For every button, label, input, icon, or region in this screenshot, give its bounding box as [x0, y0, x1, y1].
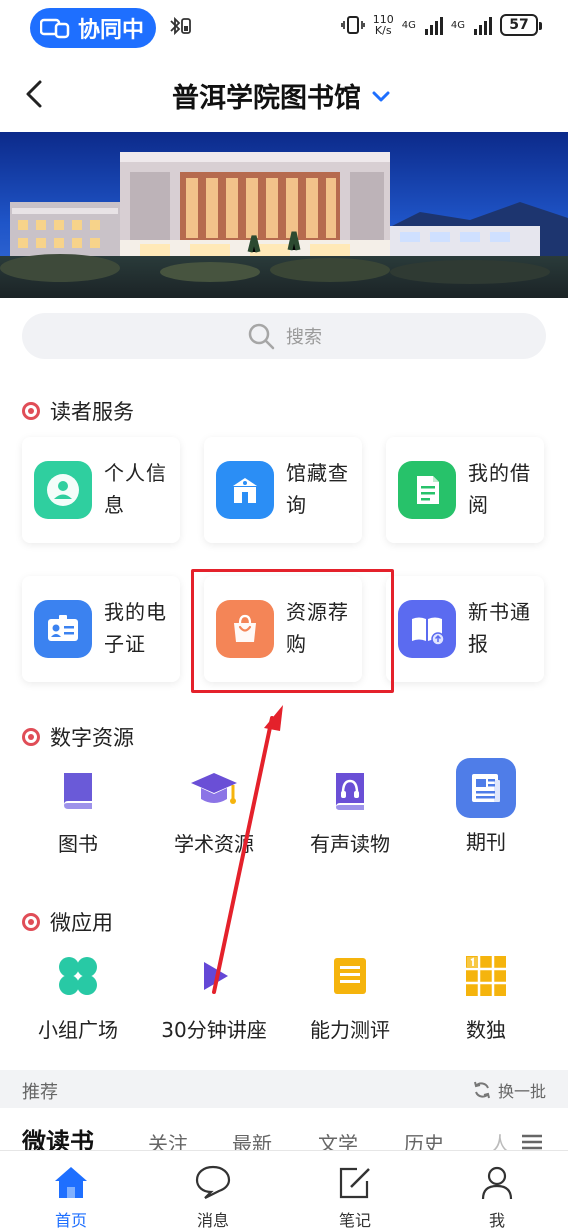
signal-strength-icon-1: [424, 15, 443, 35]
section-digital-resources: 数字资源: [22, 722, 134, 752]
grid-item-journals[interactable]: 期刊: [416, 758, 556, 855]
network-type-1: 4G: [401, 19, 416, 31]
page-title: 普洱学院图书馆: [172, 83, 361, 114]
chat-bubble-icon: [193, 1163, 233, 1201]
nav-label: 消息: [196, 1211, 229, 1230]
grid-label: 学术资源: [174, 832, 254, 856]
section-dot-icon: [22, 913, 40, 931]
recommend-header: 推荐 换一批: [0, 1070, 568, 1108]
highlight-annotation-box: [191, 569, 394, 693]
card-label: 个人信息: [104, 461, 167, 517]
card-label: 我的电子证: [104, 600, 167, 656]
tab-weidushu[interactable]: 微读书: [22, 1122, 94, 1152]
grid-label: 小组广场: [38, 1018, 118, 1042]
library-building-icon: [216, 461, 274, 519]
test-sheet-icon: [322, 948, 378, 1004]
search-placeholder: 搜索: [286, 327, 322, 348]
nav-home[interactable]: 首页: [0, 1151, 142, 1231]
card-my-borrowing[interactable]: 我的借阅: [386, 437, 544, 543]
nav-me[interactable]: 我: [426, 1151, 568, 1231]
grid-label: 能力测评: [310, 1018, 390, 1042]
note-edit-icon: [335, 1163, 375, 1201]
tab-latest[interactable]: 最新: [232, 1128, 272, 1152]
recommend-title: 推荐: [22, 1082, 58, 1103]
user-icon: [477, 1163, 517, 1201]
refresh-icon: [474, 1081, 490, 1099]
person-icon: [34, 461, 92, 519]
tab-literature[interactable]: 文学: [318, 1128, 358, 1152]
nav-notes[interactable]: 笔记: [284, 1151, 426, 1231]
grid-label: 数独: [466, 1018, 506, 1042]
nav-label: 笔记: [338, 1211, 371, 1230]
audiobook-icon: [322, 762, 378, 818]
grid-item-academic[interactable]: 学术资源: [144, 762, 284, 857]
grid-label: 图书: [58, 832, 98, 856]
nav-label: 我: [488, 1211, 505, 1230]
recommend-tabs: 微读书 关注 最新 文学 历史 人: [0, 1108, 568, 1152]
grid-label: 期刊: [466, 830, 506, 854]
search-icon: [248, 323, 275, 350]
signal-strength-icon-2: [474, 15, 492, 35]
card-my-ecard[interactable]: 我的电子证: [22, 576, 180, 682]
play-triangle-icon: [186, 948, 242, 1004]
collab-status-pill[interactable]: 协同中: [30, 8, 156, 48]
status-bar: 协同中 110 K/s 4G 4G 57: [0, 0, 568, 56]
grid-item-ability-test[interactable]: 能力测评: [280, 948, 420, 1043]
card-label: 我的借阅: [468, 461, 531, 517]
collab-status-label: 协同中: [78, 18, 145, 43]
refresh-button[interactable]: 换一批: [472, 1078, 546, 1102]
card-collection-search[interactable]: 馆藏查询: [204, 437, 362, 543]
sudoku-icon: [458, 948, 514, 1004]
library-banner-image[interactable]: [0, 132, 568, 298]
tab-follow[interactable]: 关注: [148, 1128, 188, 1152]
card-new-book-notice[interactable]: 新书通报: [386, 576, 544, 682]
section-title-label: 数字资源: [50, 726, 134, 750]
section-title-label: 微应用: [50, 911, 113, 935]
back-arrow-icon[interactable]: [20, 76, 50, 112]
group-clover-icon: [50, 948, 106, 1004]
grid-item-lecture[interactable]: 30分钟讲座: [144, 948, 284, 1043]
journal-icon: [456, 758, 516, 818]
section-dot-icon: [22, 402, 40, 420]
network-speed: 110 K/s: [372, 13, 394, 37]
vibrate-icon: [340, 16, 365, 34]
tab-history[interactable]: 历史: [404, 1128, 444, 1152]
grid-label: 有声读物: [310, 832, 390, 856]
bottom-navigation: 首页 消息 笔记 我: [0, 1150, 568, 1231]
app-header: 普洱学院图书馆: [0, 56, 568, 132]
grid-item-audiobooks[interactable]: 有声读物: [280, 762, 420, 857]
grid-item-group-square[interactable]: 小组广场: [8, 948, 148, 1043]
menu-icon[interactable]: [520, 1132, 544, 1152]
refresh-label: 换一批: [497, 1082, 546, 1101]
battery-icon: 57: [500, 14, 542, 36]
section-reader-services: 读者服务: [22, 396, 134, 426]
grid-label: 30分钟讲座: [161, 1018, 267, 1042]
nav-messages[interactable]: 消息: [142, 1151, 284, 1231]
nav-label: 首页: [54, 1211, 87, 1230]
search-input[interactable]: 搜索: [22, 313, 546, 359]
network-type-2: 4G: [450, 19, 465, 31]
section-dot-icon: [22, 728, 40, 746]
library-selector[interactable]: 普洱学院图书馆: [172, 76, 391, 115]
graduation-cap-icon: [186, 762, 242, 818]
document-icon: [398, 461, 456, 519]
id-card-icon: [34, 600, 92, 658]
status-right-group: 110 K/s 4G 4G 57: [340, 13, 542, 37]
card-label: 新书通报: [468, 600, 531, 656]
open-book-icon: [398, 600, 456, 658]
bluetooth-battery-icon: [168, 16, 194, 40]
grid-item-sudoku[interactable]: 数独: [416, 948, 556, 1043]
card-personal-info[interactable]: 个人信息: [22, 437, 180, 543]
card-label: 馆藏查询: [286, 461, 349, 517]
section-title-label: 读者服务: [50, 400, 134, 424]
book-icon: [50, 762, 106, 818]
multi-screen-icon: [40, 18, 70, 39]
chevron-down-icon: [372, 91, 390, 101]
home-icon: [51, 1163, 91, 1201]
grid-item-books[interactable]: 图书: [8, 762, 148, 857]
tab-people[interactable]: 人: [490, 1128, 510, 1152]
section-micro-apps: 微应用: [22, 907, 113, 937]
